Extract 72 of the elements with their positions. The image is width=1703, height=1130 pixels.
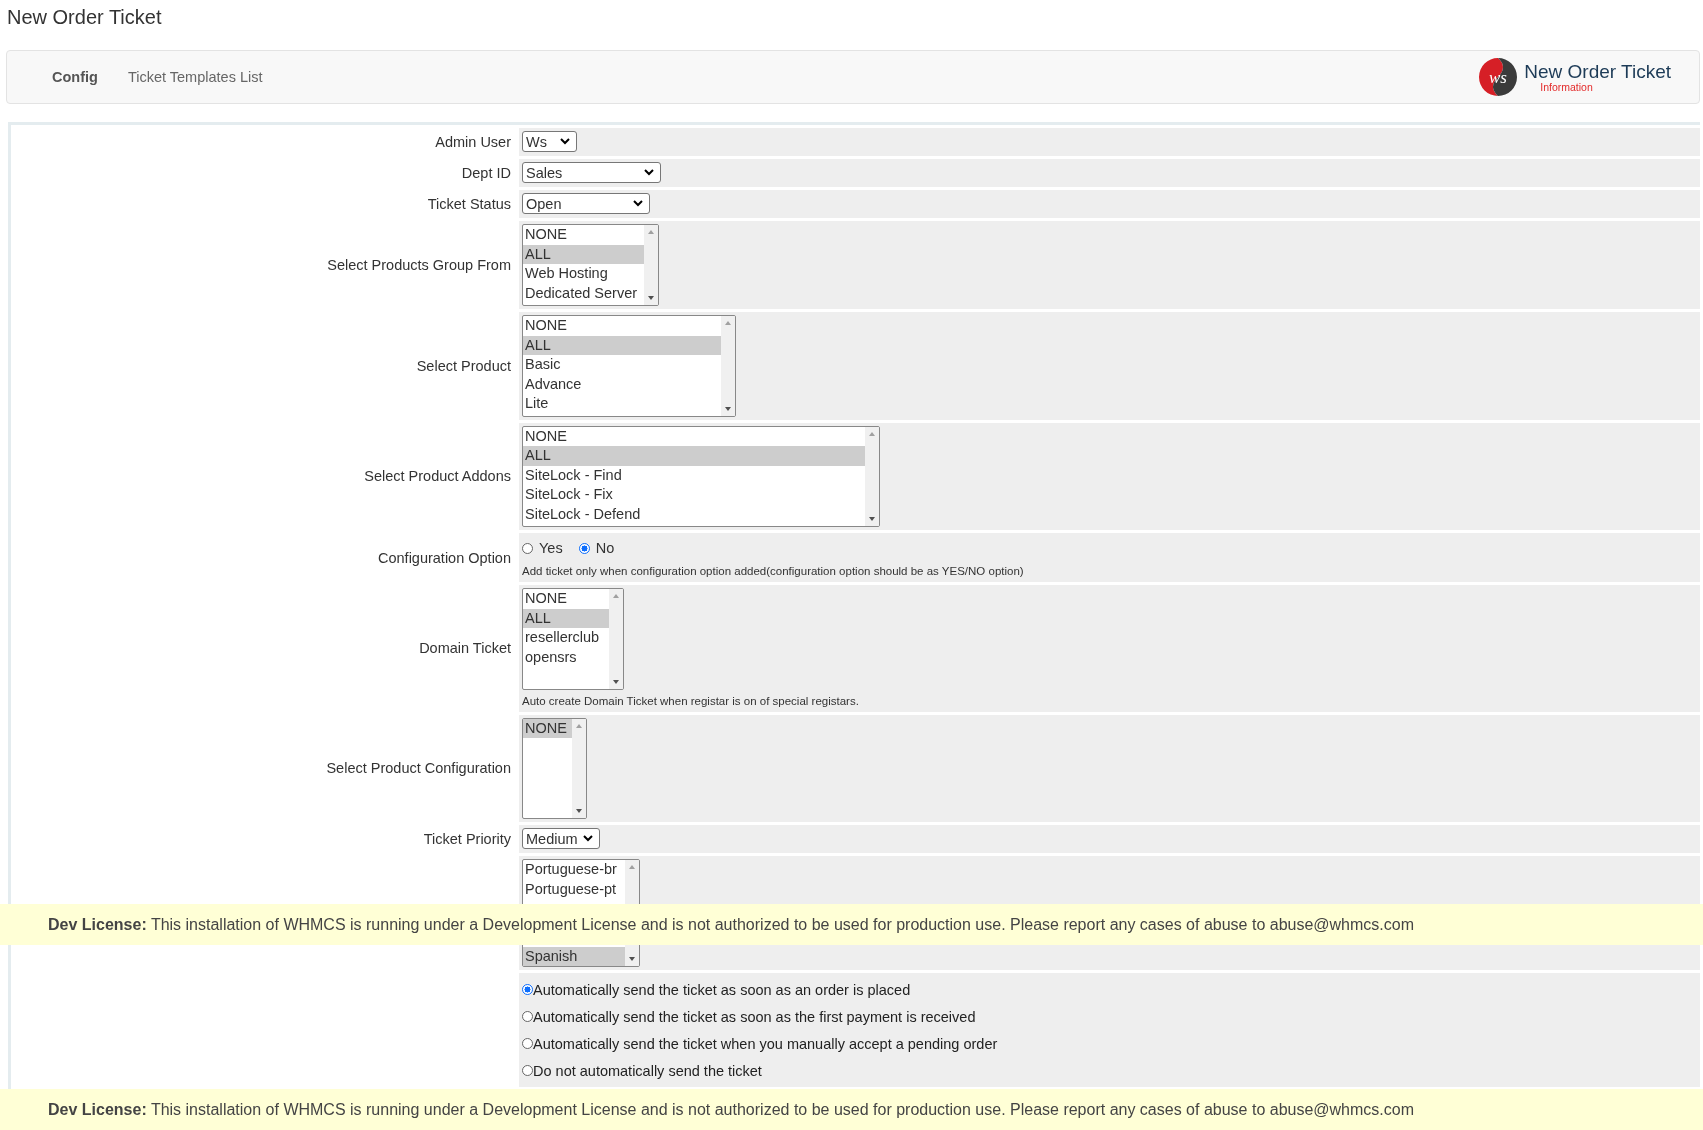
hint-text: Auto create Domain Ticket when registar is on of special registars. (522, 694, 860, 707)
list-option[interactable]: NONE (523, 718, 572, 738)
scroll-down-icon[interactable] (574, 808, 584, 814)
field-label: Ticket Priority (423, 831, 511, 847)
radio-label: No (595, 540, 615, 556)
chevron-icon (583, 835, 593, 842)
field-label: Configuration Option (378, 549, 511, 566)
list-option[interactable]: Advance (523, 374, 721, 394)
list-option[interactable]: NONE (523, 316, 721, 336)
dropdown[interactable]: Ws (522, 131, 577, 152)
scroll-down-icon[interactable] (867, 516, 877, 522)
radio-label: Do not automatically send the ticket (533, 1062, 762, 1079)
list-option[interactable]: ALL (523, 335, 721, 355)
listbox[interactable]: NONE ALL Web Hosting Dedicated Server (522, 224, 659, 306)
field-label: Select Product Configuration (326, 760, 511, 777)
radio-button[interactable] (522, 984, 533, 995)
list-option[interactable]: SiteLock - Defend (523, 504, 865, 524)
list-option[interactable]: NONE (523, 225, 644, 245)
field-label: Domain Ticket (419, 640, 511, 657)
field-label: Dept ID (461, 165, 511, 181)
list-option[interactable]: Spanish (523, 946, 625, 966)
radio-label: Automatically send the ticket when you manually accept a pending order (533, 1035, 998, 1052)
radio-label: Yes (539, 540, 563, 556)
radio-button[interactable] (578, 542, 590, 554)
list-option[interactable]: SiteLock - Find (523, 465, 865, 485)
listbox[interactable]: NONE (522, 717, 587, 819)
radio-button[interactable] (522, 1065, 533, 1076)
list-option[interactable]: SiteLock - Fix (523, 485, 865, 505)
list-option[interactable]: NONE (523, 426, 865, 446)
radio-button[interactable] (522, 1011, 533, 1022)
dropdown[interactable]: Sales (522, 162, 661, 183)
dropdown[interactable]: Open (522, 193, 650, 214)
radio-button[interactable] (522, 1038, 533, 1049)
brand-title: New Order Ticket (1524, 61, 1671, 83)
scroll-down-icon[interactable] (723, 405, 733, 412)
scroll-down-icon[interactable] (646, 295, 656, 301)
field-label: Select Products Group From (327, 257, 511, 273)
list-option[interactable]: ALL (523, 244, 644, 264)
radio-button[interactable] (522, 542, 533, 554)
license-notice: Dev License: This installation of WHMCS is running under a Development License and is not authorized to be used for production use. Please report any cases of abuse to abuse@whmcs.com (48, 1100, 1414, 1119)
scroll-down-icon[interactable] (611, 678, 621, 685)
list-option[interactable]: opensrs (523, 647, 609, 667)
license-notice: Dev License: This installation of WHMCS is running under a Development License and is not authorized to be used for production use. Please report any cases of abuse to abuse@whmcs.com (48, 915, 1414, 934)
list-option[interactable]: ALL (523, 608, 609, 628)
chevron-icon (633, 200, 643, 207)
page-title: New Order Ticket (6, 5, 163, 30)
list-option[interactable]: resellerclub (523, 628, 609, 648)
field-label: Ticket Status (427, 196, 511, 212)
hint-text: Add ticket only when configuration option added(configuration option should be as YES/NO option) (522, 565, 1025, 577)
list-option[interactable]: NONE (523, 589, 609, 609)
scroll-down-icon[interactable] (627, 956, 637, 962)
radio-label: Automatically send the ticket as soon as the first payment is received (533, 1008, 976, 1025)
brand-subtitle: Information (1540, 81, 1594, 93)
listbox[interactable]: NONE ALL Basic Advance Lite (522, 315, 736, 417)
listbox[interactable]: NONE ALL SiteLock - Find SiteLock - Fix SiteLock - Defend (522, 425, 880, 527)
list-option[interactable]: Basic (523, 355, 721, 375)
field-label: Select Product (416, 357, 511, 374)
list-option[interactable]: Portuguese-pt (523, 879, 625, 899)
list-option[interactable]: Portuguese-br (523, 860, 625, 880)
dropdown[interactable]: Medium (522, 828, 600, 849)
list-option[interactable]: Web Hosting (523, 264, 644, 284)
listbox[interactable]: NONE ALL resellerclub opensrs (522, 588, 624, 690)
list-option[interactable]: ALL (523, 446, 865, 466)
radio-label: Automatically send the ticket as soon as an order is placed (533, 981, 911, 998)
nav-tab[interactable]: Config (52, 69, 98, 85)
list-option[interactable]: Lite (523, 394, 721, 414)
list-option[interactable]: Dedicated Server (523, 283, 644, 303)
chevron-icon (560, 138, 570, 145)
chevron-icon (644, 169, 654, 176)
field-label: Select Product Addons (364, 468, 511, 485)
field-label: Admin User (435, 134, 511, 150)
nav-tab[interactable]: Ticket Templates List (127, 69, 263, 85)
